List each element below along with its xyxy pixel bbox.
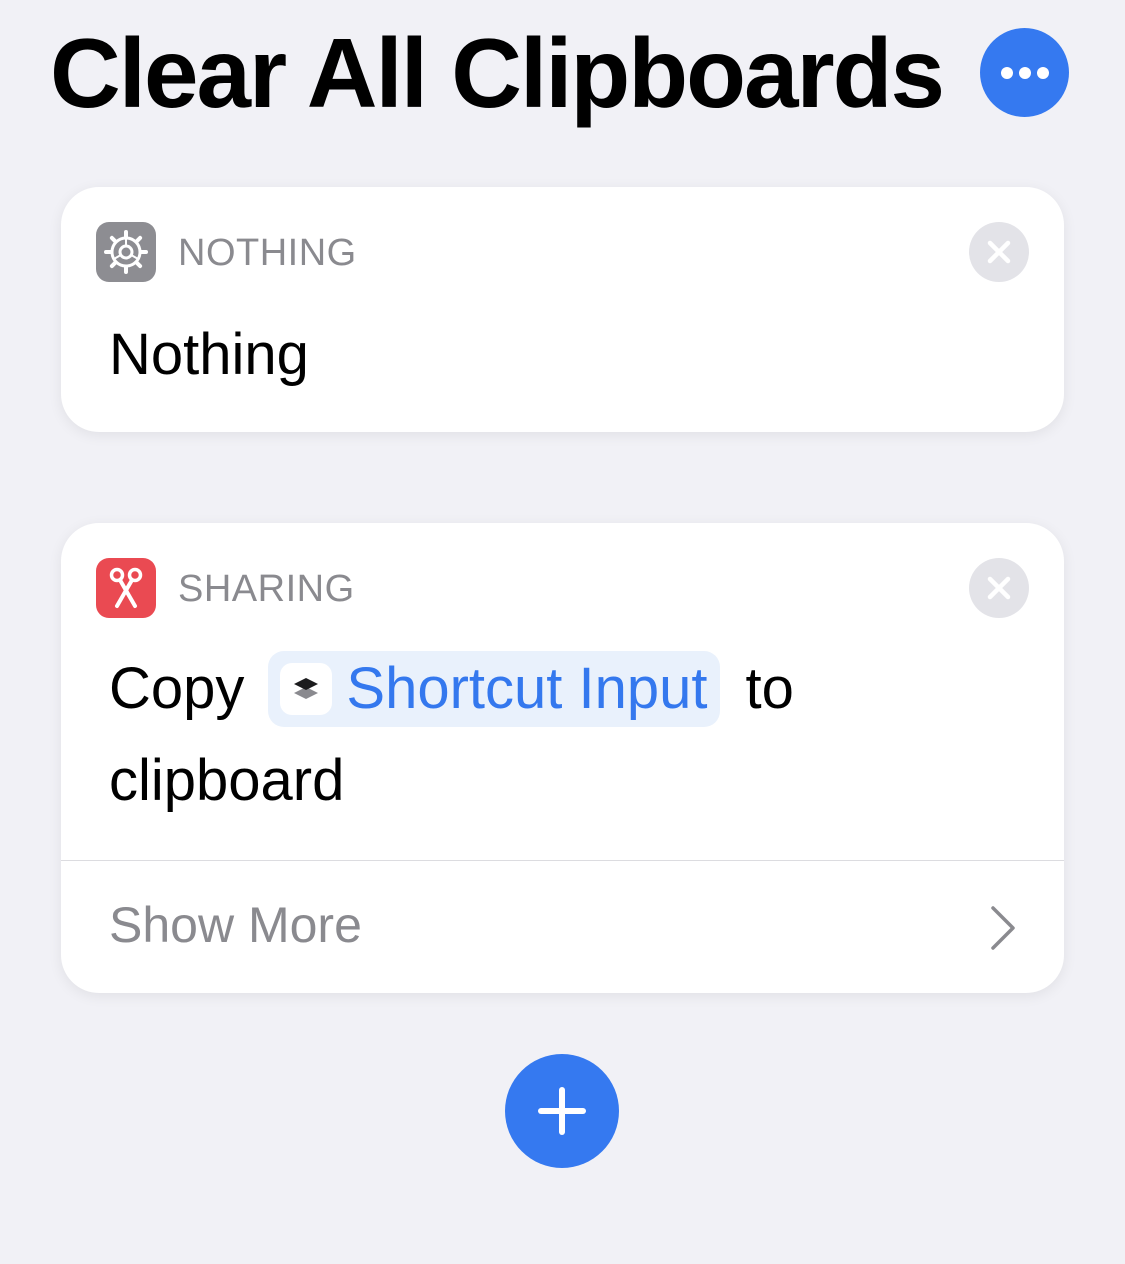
add-action-button[interactable]: [505, 1054, 619, 1168]
more-options-button[interactable]: [980, 28, 1069, 117]
page-title: Clear All Clipboards: [50, 18, 945, 128]
action-parameter-line: Copy Shortcut Input to: [109, 651, 794, 727]
shortcut-input-token[interactable]: Shortcut Input: [268, 651, 720, 727]
token-label: Shortcut Input: [346, 656, 708, 721]
scissors-icon: [96, 558, 156, 618]
action-destination: clipboard: [109, 748, 345, 813]
ellipsis-icon: [1000, 66, 1049, 79]
category-label: SHARING: [178, 568, 355, 610]
shortcuts-stack-icon: [280, 663, 333, 715]
show-more-label: Show More: [109, 897, 362, 953]
remove-action-button[interactable]: [969, 558, 1029, 618]
gear-icon: [96, 222, 156, 282]
action-preposition: to: [745, 656, 794, 721]
action-card-copy-to-clipboard[interactable]: SHARING Copy Shortcut Input to clipboard…: [61, 523, 1064, 993]
category-label: NOTHING: [178, 232, 357, 274]
plus-icon: [538, 1087, 586, 1135]
close-icon: [987, 576, 1011, 600]
show-more-button[interactable]: Show More: [61, 861, 1064, 993]
chevron-right-icon: [991, 906, 1015, 950]
remove-action-button[interactable]: [969, 222, 1029, 282]
action-card-nothing[interactable]: NOTHING Nothing: [61, 187, 1064, 432]
action-verb: Copy: [109, 656, 245, 721]
close-icon: [987, 240, 1011, 264]
action-title: Nothing: [109, 322, 309, 387]
